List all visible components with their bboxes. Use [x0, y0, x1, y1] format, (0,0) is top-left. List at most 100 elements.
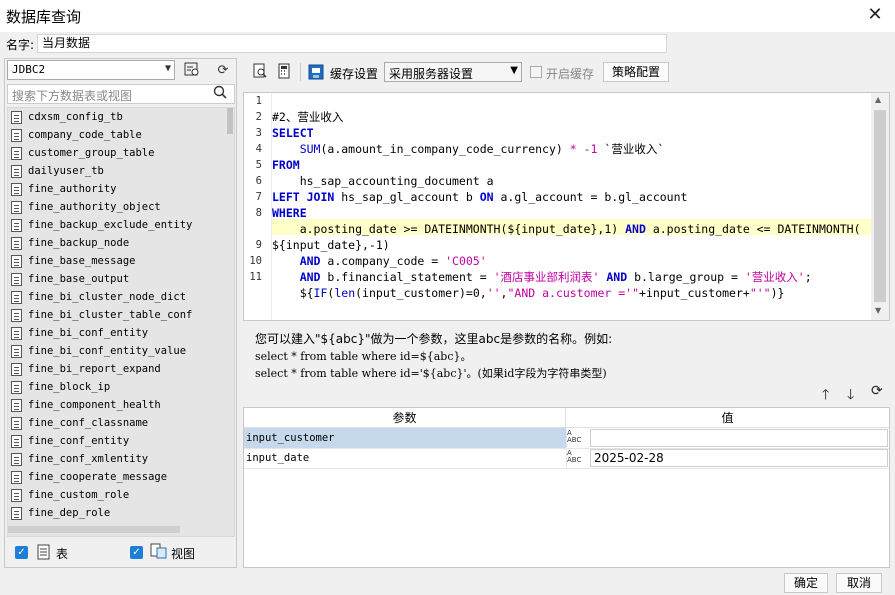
calculator-icon[interactable] [273, 62, 295, 82]
table-icon [11, 273, 22, 286]
table-icon [11, 363, 22, 376]
enable-cache-checkbox[interactable] [530, 66, 542, 78]
list-item[interactable]: fine_dep_role [8, 504, 226, 522]
table-name: cdxsm_config_tb [28, 111, 123, 123]
table-name: fine_dep_role [28, 507, 111, 519]
table-name: fine_conf_xmlentity [28, 453, 149, 465]
table-icon [11, 255, 22, 268]
list-item[interactable]: fine_bi_conf_entity_value [8, 342, 226, 360]
table-name: company_code_table [28, 129, 142, 141]
list-item[interactable]: fine_base_message [8, 252, 226, 270]
views-checkbox[interactable]: ✓ [130, 546, 143, 559]
close-icon[interactable]: ✕ [862, 3, 888, 27]
ok-button[interactable]: 确定 [784, 573, 828, 593]
list-item[interactable]: customer_group_table [8, 144, 226, 162]
enable-cache-label: 开启缓存 [546, 67, 595, 81]
table-list-hscrollbar[interactable] [8, 526, 180, 533]
line-number: 11 [249, 271, 262, 283]
strategy-config-button[interactable]: 策略配置 [603, 62, 669, 82]
table-icon [11, 183, 22, 196]
list-item[interactable]: fine_authority [8, 180, 226, 198]
list-item[interactable]: fine_backup_node [8, 234, 226, 252]
list-item[interactable]: fine_bi_conf_entity [8, 324, 226, 342]
table-icon [11, 147, 22, 160]
cache-mode-select[interactable]: 采用服务器设置 ▼ [384, 62, 522, 82]
table-name: fine_conf_entity [28, 435, 130, 447]
editor-scroll-thumb[interactable] [874, 110, 886, 302]
type-abc-icon[interactable]: A ABC [567, 450, 581, 464]
tables-checkbox[interactable]: ✓ [15, 546, 28, 559]
list-item[interactable]: fine_block_ip [8, 378, 226, 396]
param-name: input_customer [246, 432, 335, 444]
table-list-scrollbar[interactable] [226, 108, 234, 528]
list-item[interactable]: fine_authority_object [8, 198, 226, 216]
list-item[interactable]: cdxsm_config_tb [8, 108, 226, 126]
sql-preview-icon[interactable] [181, 60, 203, 80]
param-value-input[interactable] [590, 429, 888, 447]
list-item[interactable]: fine_base_output [8, 270, 226, 288]
list-item[interactable]: fine_conf_xmlentity [8, 450, 226, 468]
refresh-icon[interactable]: ⟳ [212, 60, 234, 80]
name-input[interactable]: 当月数据 [37, 34, 667, 53]
line-number: 9 [255, 239, 262, 251]
line-number: 2 [255, 111, 262, 123]
move-up-icon[interactable]: 🡑 [822, 384, 829, 408]
list-item[interactable]: fine_component_health [8, 396, 226, 414]
scroll-up-icon[interactable]: ▲ [875, 95, 881, 104]
table-list-scroll-thumb[interactable] [227, 108, 233, 134]
param-column-header: 参数 [244, 408, 566, 428]
scroll-down-icon[interactable]: ▼ [875, 306, 881, 315]
title-bar [0, 0, 895, 32]
chevron-down-icon: ▼ [164, 63, 171, 74]
list-item[interactable]: fine_bi_cluster_node_dict [8, 288, 226, 306]
type-abc-icon[interactable]: A ABC [567, 430, 581, 444]
list-item[interactable]: fine_conf_entity [8, 432, 226, 450]
param-value-input[interactable]: 2025-02-28 [590, 449, 888, 467]
table-name: fine_authority [28, 183, 117, 195]
database-select-value: JDBC2 [12, 63, 46, 76]
table-name: fine_block_ip [28, 381, 111, 393]
refresh-params-icon[interactable]: ⟳ [871, 383, 883, 399]
view-icon [150, 543, 168, 562]
tables-checkbox-label: 表 [56, 547, 69, 561]
line-number: 1 [255, 95, 262, 107]
move-down-icon[interactable]: 🡓 [847, 384, 854, 408]
table-name: fine_backup_node [28, 237, 130, 249]
preview-icon[interactable] [249, 62, 271, 82]
list-item[interactable]: fine_custom_role [8, 486, 226, 504]
list-item[interactable]: fine_backup_exclude_entity [8, 216, 226, 234]
table-icon [11, 453, 22, 466]
table-name: fine_base_output [28, 273, 130, 285]
line-number: 4 [255, 143, 262, 155]
table-name: fine_bi_cluster_table_conf [28, 309, 193, 321]
table-icon [11, 111, 22, 124]
table-name: customer_group_table [28, 147, 155, 159]
list-item[interactable]: fine_bi_cluster_table_conf [8, 306, 226, 324]
cache-mode-value: 采用服务器设置 [389, 67, 474, 81]
list-item[interactable]: fine_cooperate_message [8, 468, 226, 486]
table-icon [37, 544, 51, 563]
list-item[interactable]: fine_bi_report_expand [8, 360, 226, 378]
table-icon [11, 129, 22, 142]
table-icon [11, 327, 22, 340]
list-item[interactable]: fine_conf_classname [8, 414, 226, 432]
sql-editor[interactable]: 1 2 3 4 5 6 7 8 9 10 11 #2、营业收入 SELECT SUM(a.amount… [243, 92, 890, 321]
database-select[interactable]: JDBC2 ▼ [7, 60, 175, 80]
search-icon[interactable] [213, 85, 227, 103]
table-search-input[interactable]: 搜索下方数据表或视图 [7, 84, 235, 104]
list-item[interactable]: company_code_table [8, 126, 226, 144]
chevron-down-icon: ▼ [510, 65, 518, 76]
list-item[interactable]: dailyuser_tb [8, 162, 226, 180]
param-name: input_date [246, 452, 310, 464]
table-name: fine_backup_exclude_entity [28, 219, 193, 231]
name-label: 名字: [6, 38, 35, 52]
line-number: 6 [255, 175, 262, 187]
line-number: 10 [249, 255, 262, 267]
table-icon [11, 237, 22, 250]
table-name: fine_bi_conf_entity_value [28, 345, 187, 357]
table-name: fine_custom_role [28, 489, 130, 501]
line-number: 3 [255, 127, 262, 139]
cancel-button[interactable]: 取消 [836, 573, 882, 593]
table-icon [11, 165, 22, 178]
cache-icon[interactable] [308, 64, 324, 83]
